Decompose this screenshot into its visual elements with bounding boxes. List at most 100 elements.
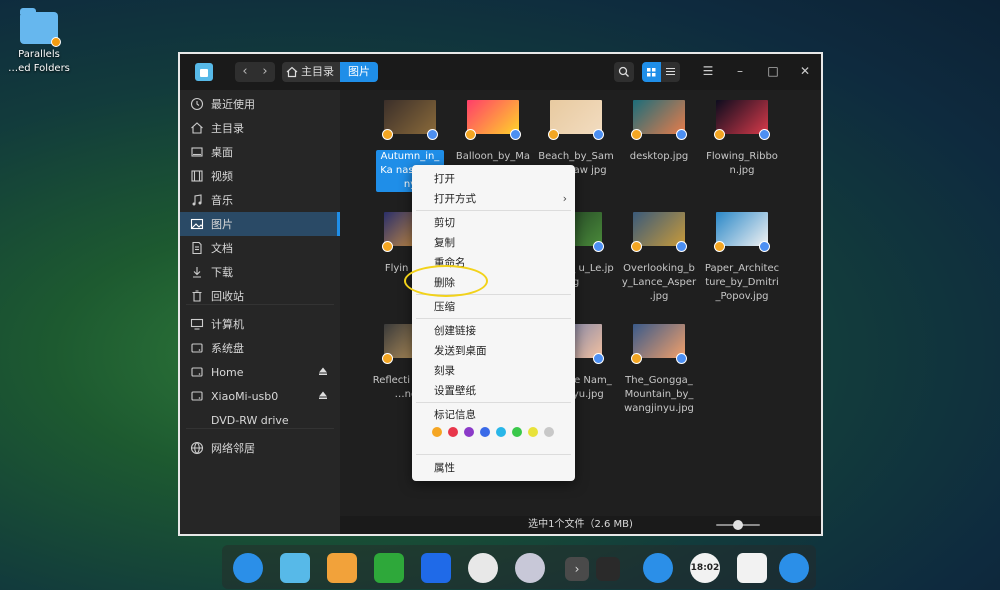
forward-button[interactable]: ›	[255, 62, 275, 82]
close-button[interactable]: ✕	[797, 64, 813, 78]
share-icon	[510, 129, 521, 140]
disk-icon	[190, 365, 204, 379]
chevron-right-icon: ›	[562, 193, 567, 205]
sidebar-item-4[interactable]: 音乐	[180, 188, 340, 212]
tag-color-dot[interactable]	[432, 427, 442, 437]
maximize-button[interactable]: □	[765, 64, 781, 78]
dock-clock-time: 18:02	[690, 563, 720, 573]
home-icon	[190, 121, 204, 135]
launcher-icon[interactable]	[233, 553, 263, 583]
search-button[interactable]	[614, 62, 634, 82]
context-menu-label: 创建链接	[434, 325, 476, 337]
context-menu-item[interactable]: 发送到桌面	[412, 341, 575, 361]
lock-icon	[631, 241, 642, 252]
clock-icon	[190, 97, 204, 111]
sidebar-item-label: 桌面	[211, 146, 233, 159]
tag-color-dot[interactable]	[480, 427, 490, 437]
context-menu-item[interactable]: 打开	[412, 169, 575, 189]
eject-icon[interactable]	[318, 390, 328, 403]
context-menu-item[interactable]: 复制	[412, 233, 575, 253]
lock-icon	[382, 129, 393, 140]
desktop-icon	[190, 145, 204, 159]
sidebar-item-label: 视频	[211, 170, 233, 183]
desktop-shared-folders[interactable]: Parallels …ed Folders	[8, 8, 70, 76]
menu-button[interactable]: ☰	[700, 64, 716, 78]
file-thumbnail	[631, 212, 687, 252]
tag-color-dot[interactable]	[448, 427, 458, 437]
icon-view-button[interactable]	[642, 62, 661, 82]
sidebar-item-label: 文档	[211, 242, 233, 255]
sidebar-item-label: XiaoMi-usb0	[211, 389, 279, 403]
context-menu: 打开 打开方式 › 剪切 复制 重命名 删除 压缩 创建链接 发送到桌面 刻录 设置壁纸 标记信息 属性	[412, 165, 575, 481]
video-player-icon[interactable]	[421, 553, 451, 583]
zoom-slider-knob[interactable]	[733, 520, 743, 530]
sidebar-item-label: 音乐	[211, 194, 233, 207]
keyboard-icon[interactable]	[596, 557, 620, 581]
sidebar-item-6[interactable]: 文档	[180, 236, 340, 260]
file-item[interactable]: The_Gongga_ Mountain_by_ wangjinyu.jpg	[619, 324, 699, 416]
grid-icon	[647, 68, 656, 77]
trash-icon	[190, 289, 204, 303]
sidebar-item-3[interactable]: 视频	[180, 164, 340, 188]
tag-color-dot[interactable]	[528, 427, 538, 437]
folder-icon	[20, 8, 61, 47]
back-button[interactable]: ‹	[235, 62, 255, 82]
sidebar-item-14[interactable]: 网络邻居	[180, 436, 340, 460]
context-menu-item[interactable]: 创建链接	[412, 321, 575, 341]
expand-icon[interactable]: ›	[565, 557, 589, 581]
context-menu-item[interactable]: 属性	[412, 458, 575, 478]
sidebar-item-2[interactable]: 桌面	[180, 140, 340, 164]
tag-color-picker	[432, 427, 554, 437]
file-item[interactable]: desktop.jpg	[619, 100, 699, 164]
sidebar-item-7[interactable]: 下载	[180, 260, 340, 284]
sidebar-item-10[interactable]: 系统盘	[180, 336, 340, 360]
eject-icon[interactable]	[318, 366, 328, 379]
context-menu-item[interactable]: 剪切	[412, 213, 575, 233]
file-item[interactable]: Flowing_Ribbo n.jpg	[702, 100, 782, 178]
lock-icon	[382, 353, 393, 364]
shutdown-icon[interactable]	[779, 553, 809, 583]
power-icon[interactable]	[643, 553, 673, 583]
sidebar-item-9[interactable]: 计算机	[180, 312, 340, 336]
file-name: Overlooking_b y_Lance_Asper .jpg	[621, 263, 697, 302]
sidebar-item-12[interactable]: XiaoMi-usb0	[180, 384, 340, 408]
sidebar-item-11[interactable]: Home	[180, 360, 340, 384]
nav-buttons: ‹ ›	[235, 62, 275, 82]
tag-color-dot[interactable]	[512, 427, 522, 437]
list-view-button[interactable]	[661, 62, 680, 82]
file-item[interactable]: Overlooking_b y_Lance_Asper .jpg	[619, 212, 699, 304]
tag-color-dot[interactable]	[544, 427, 554, 437]
sidebar: 最近使用 主目录 桌面 视频 音乐 图片 文档 下载 回收站 计算机 系统盘 Home XiaoMi-u…	[180, 90, 340, 534]
file-thumbnail	[465, 100, 521, 140]
sidebar-separator	[186, 304, 334, 305]
file-manager-icon[interactable]	[280, 553, 310, 583]
context-menu-label: 剪切	[434, 217, 455, 229]
sidebar-item-1[interactable]: 主目录	[180, 116, 340, 140]
context-menu-item[interactable]: 设置壁纸	[412, 381, 575, 401]
context-menu-item[interactable]: 刻录	[412, 361, 575, 381]
share-icon	[427, 129, 438, 140]
clock-icon[interactable]: 18:02	[690, 553, 720, 583]
music-player-icon[interactable]	[374, 553, 404, 583]
breadcrumb-current[interactable]: 图片	[340, 62, 378, 82]
sidebar-item-5[interactable]: 图片	[180, 212, 340, 236]
sidebar-item-label: 图片	[211, 218, 233, 231]
chrome-icon[interactable]	[468, 553, 498, 583]
app-store-icon[interactable]	[327, 553, 357, 583]
breadcrumb-home[interactable]: 主目录	[282, 62, 340, 82]
settings-icon[interactable]	[515, 553, 545, 583]
zoom-slider[interactable]	[716, 520, 760, 530]
music-icon	[190, 193, 204, 207]
context-menu-item[interactable]: 标记信息	[412, 405, 575, 425]
tag-color-dot[interactable]	[496, 427, 506, 437]
context-menu-item[interactable]: 打开方式 ›	[412, 189, 575, 209]
minimize-button[interactable]: –	[732, 64, 748, 78]
document-icon	[190, 241, 204, 255]
context-menu-item[interactable]: 压缩	[412, 297, 575, 317]
tag-color-dot[interactable]	[464, 427, 474, 437]
file-item[interactable]: Paper_Architec ture_by_Dmitri _Popov.jpg	[702, 212, 782, 304]
trash-icon[interactable]	[737, 553, 767, 583]
file-item[interactable]: Balloon_by_Ma	[453, 100, 533, 164]
sidebar-item-label: 系统盘	[211, 342, 244, 355]
sidebar-item-0[interactable]: 最近使用	[180, 92, 340, 116]
